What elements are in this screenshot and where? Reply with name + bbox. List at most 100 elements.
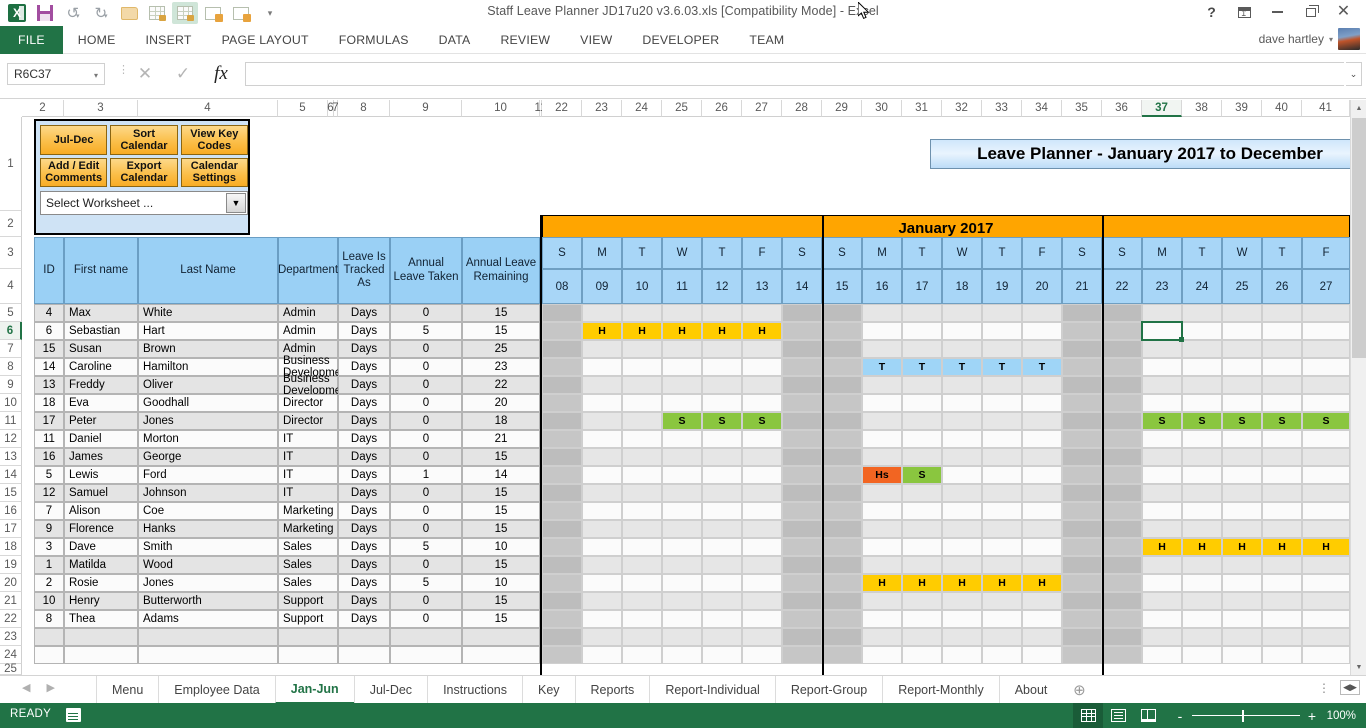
- column-header-33[interactable]: 33: [982, 100, 1022, 117]
- page-break-preview-button[interactable]: [1133, 703, 1163, 728]
- calendar-cell[interactable]: [902, 376, 942, 394]
- calendar-cell[interactable]: [1022, 340, 1062, 358]
- row-header-12[interactable]: 12: [0, 430, 22, 448]
- calendar-cell[interactable]: [1102, 394, 1142, 412]
- calendar-cell[interactable]: [982, 520, 1022, 538]
- calendar-cell[interactable]: [582, 304, 622, 322]
- leave-cell-S[interactable]: S: [662, 412, 702, 430]
- leave-cell-S[interactable]: S: [902, 466, 942, 484]
- calendar-cell[interactable]: [1222, 592, 1262, 610]
- calendar-cell[interactable]: [942, 592, 982, 610]
- chevron-down-icon[interactable]: ▾: [94, 71, 98, 80]
- leave-cell-T[interactable]: T: [1022, 358, 1062, 376]
- calendar-cell[interactable]: [1302, 556, 1350, 574]
- calendar-cell[interactable]: [1222, 502, 1262, 520]
- calendar-cell[interactable]: [702, 466, 742, 484]
- column-header-25[interactable]: 25: [662, 100, 702, 117]
- calendar-cell[interactable]: [1062, 376, 1102, 394]
- calendar-cell[interactable]: [862, 304, 902, 322]
- calendar-cell[interactable]: [1022, 430, 1062, 448]
- calendar-cell[interactable]: [742, 556, 782, 574]
- calendar-cell[interactable]: [582, 538, 622, 556]
- column-header-35[interactable]: 35: [1062, 100, 1102, 117]
- calendar-cell[interactable]: [1182, 448, 1222, 466]
- row-header-3[interactable]: 3: [0, 237, 22, 269]
- scroll-down-icon[interactable]: ▼: [1351, 659, 1366, 675]
- calendar-cell[interactable]: [1102, 646, 1142, 664]
- leave-cell-H[interactable]: H: [862, 574, 902, 592]
- calendar-cell[interactable]: [862, 430, 902, 448]
- leave-cell-H[interactable]: H: [1182, 538, 1222, 556]
- calendar-cell[interactable]: [542, 394, 582, 412]
- calendar-cell[interactable]: [622, 304, 662, 322]
- calendar-cell[interactable]: [982, 628, 1022, 646]
- calendar-cell[interactable]: [782, 484, 822, 502]
- calendar-cell[interactable]: [1062, 430, 1102, 448]
- column-header-23[interactable]: 23: [582, 100, 622, 117]
- calendar-cell[interactable]: [902, 340, 942, 358]
- calendar-cell[interactable]: [1062, 322, 1102, 340]
- column-header-31[interactable]: 31: [902, 100, 942, 117]
- zoom-level[interactable]: 100%: [1324, 710, 1360, 722]
- calendar-cell[interactable]: [942, 412, 982, 430]
- calendar-cell[interactable]: [1262, 448, 1302, 466]
- calendar-cell[interactable]: [1102, 340, 1142, 358]
- calendar-cell[interactable]: [1182, 574, 1222, 592]
- calendar-cell[interactable]: [1102, 466, 1142, 484]
- jul-dec-button[interactable]: Jul-Dec: [40, 125, 107, 155]
- calendar-cell[interactable]: [1102, 538, 1142, 556]
- calendar-cell[interactable]: [1062, 340, 1102, 358]
- calendar-cell[interactable]: [782, 646, 822, 664]
- ribbon-tab-view[interactable]: VIEW: [565, 26, 627, 54]
- calendar-cell[interactable]: [662, 628, 702, 646]
- export-calendar-button[interactable]: Export Calendar: [110, 158, 177, 188]
- calendar-cell[interactable]: [742, 592, 782, 610]
- column-header-36[interactable]: 36: [1102, 100, 1142, 117]
- calendar-cell[interactable]: [942, 484, 982, 502]
- calendar-cell[interactable]: [1062, 466, 1102, 484]
- calendar-cell[interactable]: [862, 628, 902, 646]
- calendar-cell[interactable]: [1182, 484, 1222, 502]
- calendar-cell[interactable]: [1302, 484, 1350, 502]
- calendar-cell[interactable]: [702, 574, 742, 592]
- calendar-cell[interactable]: [1222, 376, 1262, 394]
- calendar-cell[interactable]: [542, 592, 582, 610]
- calendar-cell[interactable]: [1262, 610, 1302, 628]
- selected-cell[interactable]: [1141, 321, 1183, 341]
- calendar-cell[interactable]: [982, 430, 1022, 448]
- calendar-cell[interactable]: [1142, 520, 1182, 538]
- calendar-cell[interactable]: [1182, 340, 1222, 358]
- page-layout-view-button[interactable]: [1103, 703, 1133, 728]
- calendar-cell[interactable]: [862, 556, 902, 574]
- calendar-cell[interactable]: [1182, 322, 1222, 340]
- calendar-cell[interactable]: [1262, 358, 1302, 376]
- row-header-1[interactable]: 1: [0, 117, 22, 211]
- calendar-cell[interactable]: [1102, 484, 1142, 502]
- calendar-cell[interactable]: [1142, 502, 1182, 520]
- calendar-cell[interactable]: [782, 538, 822, 556]
- calendar-cell[interactable]: [622, 574, 662, 592]
- calendar-cell[interactable]: [1022, 592, 1062, 610]
- calendar-cell[interactable]: [942, 466, 982, 484]
- calendar-cell[interactable]: [1262, 574, 1302, 592]
- leave-cell-S[interactable]: S: [1142, 412, 1182, 430]
- cancel-formula-icon[interactable]: ✕: [134, 62, 156, 86]
- calendar-cell[interactable]: [862, 610, 902, 628]
- calendar-cell[interactable]: [942, 628, 982, 646]
- calendar-cell[interactable]: [582, 556, 622, 574]
- calendar-cell[interactable]: [1262, 340, 1302, 358]
- calendar-cell[interactable]: [582, 574, 622, 592]
- calendar-cell[interactable]: [742, 574, 782, 592]
- calendar-cell[interactable]: [662, 304, 702, 322]
- calendar-cell[interactable]: [1142, 592, 1182, 610]
- leave-cell-T[interactable]: T: [902, 358, 942, 376]
- calendar-cell[interactable]: [1142, 574, 1182, 592]
- calendar-cell[interactable]: [942, 304, 982, 322]
- leave-cell-S[interactable]: S: [702, 412, 742, 430]
- calendar-cell[interactable]: [1062, 574, 1102, 592]
- calendar-cell[interactable]: [622, 484, 662, 502]
- add-edit-comments-button[interactable]: Add / Edit Comments: [40, 158, 107, 188]
- calendar-cell[interactable]: [622, 628, 662, 646]
- calendar-cell[interactable]: [662, 358, 702, 376]
- calendar-cell[interactable]: [662, 538, 702, 556]
